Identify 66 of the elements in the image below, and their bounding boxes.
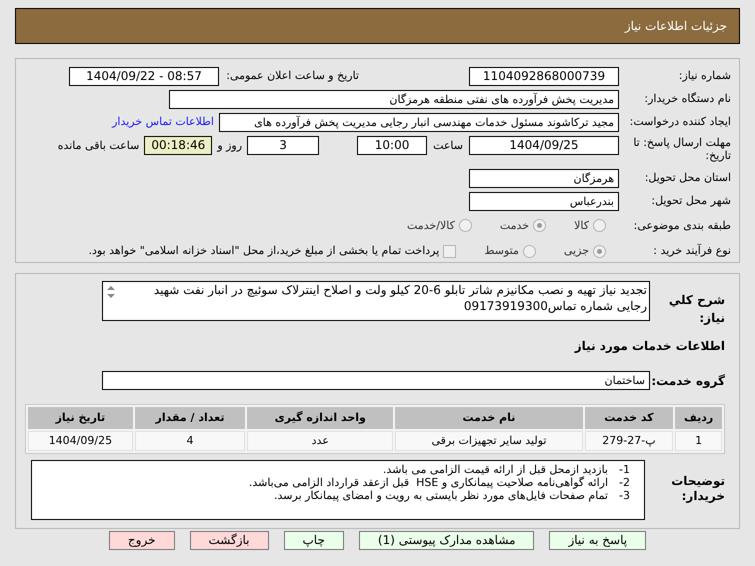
value-field: 1404/09/22 - 08:57	[69, 67, 219, 86]
value-field: 3	[247, 136, 320, 155]
field-label: شهر محل تحویل:	[650, 193, 731, 210]
field-label: نوع فرآیند خرید :	[652, 243, 731, 260]
field-label: استان محل تحویل:	[644, 170, 731, 186]
note-number: 1-	[618, 463, 630, 476]
category-radio[interactable]	[593, 219, 606, 232]
action-button[interactable]: چاپ	[284, 531, 344, 550]
countdown-field: 00:18:46	[144, 136, 212, 155]
table-cell: پ-27-279	[584, 431, 674, 451]
note-number: 3-	[618, 489, 630, 502]
field-label: شرح کلي نياز:	[668, 292, 725, 327]
option-label: کالا/خدمت	[407, 218, 455, 234]
action-button[interactable]: پاسخ به نیاز	[549, 531, 646, 550]
table-cell: 1404/09/25	[28, 431, 133, 451]
field-label: طبقه بندی موضوعی:	[632, 218, 731, 234]
column-header: واحد اندازه گیری	[247, 407, 394, 429]
column-header: کد خدمت	[584, 407, 674, 429]
payment-note: پرداخت تمام یا بخشی از مبلغ خرید،از محل "اسناد خزانه اسلامی" خواهد بود.	[88, 243, 440, 260]
section-heading: اطلاعات خدمات مورد نیاز	[573, 338, 725, 355]
buyer-contact-link[interactable]: اطلاعات تماس خریدار	[112, 114, 214, 131]
note-number: 2-	[618, 476, 630, 489]
value-field: ساختمان	[102, 371, 650, 390]
value-field: مدیریت پخش فرآورده های نفتی منطقه هرمزگان	[169, 90, 619, 109]
option-label: جزیی	[564, 243, 589, 260]
action-button[interactable]: مشاهده مدارک پیوستی (1)	[358, 531, 534, 550]
field-label: توضیحات خریدار:	[670, 473, 725, 504]
field-label: نام دستگاه خریدار:	[643, 91, 731, 108]
field-label: گروه خدمت:	[650, 372, 725, 390]
note-text: تمام صفحات فایل‌های مورد نظر بایستی به رویت و امضای پیمانکار برسد.	[274, 489, 608, 502]
category-radio[interactable]	[458, 219, 472, 232]
field-label: ساعت باقی مانده	[58, 138, 140, 154]
payment-checkbox[interactable]	[443, 244, 456, 258]
column-header: ردیف	[675, 407, 722, 429]
category-radio[interactable]	[533, 219, 546, 232]
purchase-type-radio[interactable]	[593, 244, 606, 258]
action-button[interactable]: بازگشت	[190, 531, 268, 550]
option-label: کالا	[574, 218, 589, 234]
table-cell: عدد	[247, 431, 394, 451]
field-label: ایجاد کننده درخواست:	[628, 114, 731, 130]
field-label: مهلت ارسال پاسخ: تا تاریخ:	[632, 136, 731, 162]
field-label: روز و	[217, 138, 242, 154]
value-field: 1104092868000739	[469, 67, 619, 86]
description-field: تجدید نیاز تهیه و نصب مکانیزم شاتر تابلو 6-20 کیلو ولت و اصلاح اینترلاک سوئیچ در انبار نفت شهید رجایی شماره تماس09173919300	[102, 281, 650, 321]
value-field: 1404/09/25	[469, 136, 619, 155]
table-cell: تولید سایر تجهیزات برقی	[395, 431, 583, 451]
action-button[interactable]: خروج	[108, 531, 174, 550]
value-field: مجید ترکاشوند مسئول خدمات مهندسی انبار رجایی مدیریت پخش فرآورده های	[219, 113, 619, 132]
column-header: تاریخ نیاز	[28, 407, 133, 429]
column-header: نام خدمت	[395, 407, 583, 429]
table-cell: 1	[675, 431, 722, 451]
table-cell: 4	[134, 431, 246, 451]
option-label: خدمت	[500, 218, 530, 234]
field-label: ساعت	[433, 138, 463, 154]
value-field: بندرعباس	[469, 192, 619, 212]
field-label: تاریخ و ساعت اعلان عمومی:	[225, 68, 359, 84]
purchase-type-radio[interactable]	[522, 244, 536, 258]
note-text: بازدید ازمحل قبل از ارائه قیمت الزامی می باشد.	[382, 463, 608, 476]
value-field: هرمزگان	[469, 169, 619, 188]
page-title: جزئیات اطلاعات نیاز	[624, 18, 727, 35]
note-text: ارائه گواهی‌نامه صلاحیت پیمانکاری و HSE قبل ازعقد قرارداد الزامی می‌باشد.	[248, 476, 608, 489]
option-label: متوسط	[484, 243, 519, 260]
value-field: 10:00	[357, 136, 428, 155]
column-header: تعداد / مقدار	[134, 407, 246, 429]
scroll-arrows-icon[interactable]	[106, 285, 116, 299]
field-label: شماره نیاز:	[678, 68, 731, 84]
